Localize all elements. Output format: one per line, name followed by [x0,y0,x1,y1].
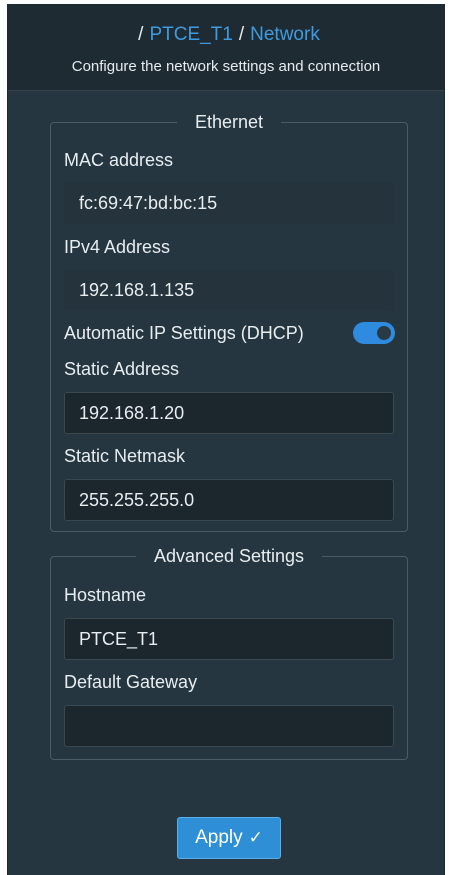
ipv4-address-value: 192.168.1.135 [64,269,394,311]
mac-address-label: MAC address [64,150,174,170]
static-address-input[interactable]: 192.168.1.20 [64,392,394,434]
apply-button[interactable]: Apply ✓ [177,817,281,859]
ethernet-fieldset: Ethernet MAC address fc:69:47:bd:bc:15 I… [50,112,408,532]
static-address-label: Static Address [64,359,180,379]
mac-address-value: fc:69:47:bd:bc:15 [64,182,394,224]
static-netmask-label: Static Netmask [64,446,186,466]
breadcrumb-separator: / [238,24,245,45]
static-netmask-input[interactable]: 255.255.255.0 [64,479,394,521]
apply-button-label: Apply [195,827,243,848]
default-gateway-input[interactable] [64,705,394,747]
page-subtitle: Configure the network settings and conne… [71,58,381,75]
breadcrumb-separator: / [138,24,144,45]
advanced-settings-fieldset: Advanced Settings Hostname PTCE_T1 Defau… [50,546,408,760]
check-icon: ✓ [248,828,263,847]
dhcp-label: Automatic IP Settings (DHCP) [64,323,304,343]
advanced-settings-legend: Advanced Settings [51,546,407,566]
breadcrumb-network-link[interactable]: Network [250,24,320,45]
page-header: / PTCE_T1/Network Configure the network s… [8,4,444,91]
ethernet-legend: Ethernet [51,112,407,132]
default-gateway-label: Default Gateway [64,672,198,692]
dhcp-toggle[interactable] [353,322,395,344]
ipv4-address-label: IPv4 Address [64,237,171,257]
toggle-knob [377,326,391,340]
hostname-input[interactable]: PTCE_T1 [64,618,394,660]
breadcrumb: / PTCE_T1/Network [8,24,444,46]
network-settings-panel: / PTCE_T1/Network Configure the network s… [7,4,445,875]
ethernet-legend-text: Ethernet [176,112,282,132]
advanced-settings-legend-text: Advanced Settings [135,546,323,566]
hostname-label: Hostname [64,585,147,605]
breadcrumb-device-link[interactable]: PTCE_T1 [149,24,232,45]
